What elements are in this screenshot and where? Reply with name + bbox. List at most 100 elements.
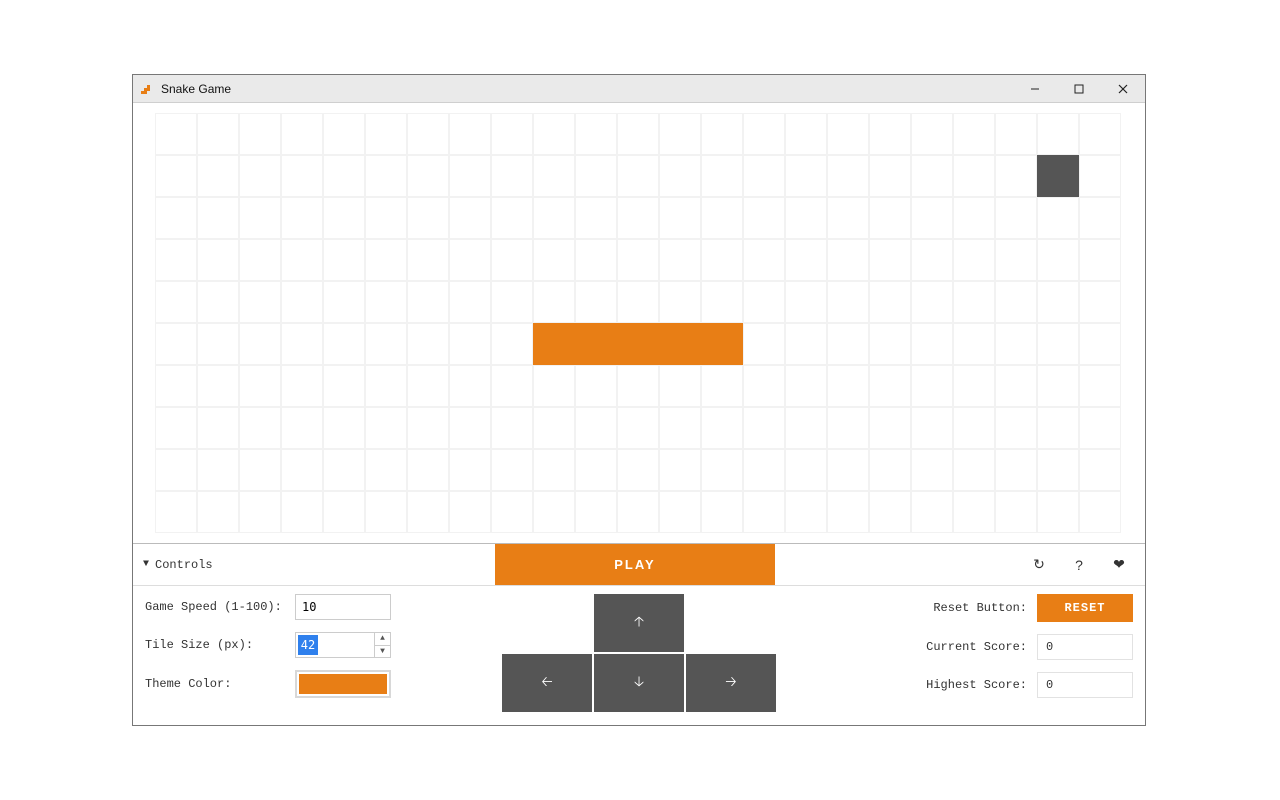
- dpad-up-button[interactable]: 🡡: [594, 594, 684, 652]
- grid-cell: [1079, 365, 1121, 407]
- grid-cell: [575, 113, 617, 155]
- grid-cell: [743, 113, 785, 155]
- grid-cell: [785, 491, 827, 533]
- grid-cell: [953, 281, 995, 323]
- grid-cell: [827, 239, 869, 281]
- grid-cell: [701, 197, 743, 239]
- grid-cell: [407, 197, 449, 239]
- grid-cell: [1079, 113, 1121, 155]
- grid-cell: [323, 407, 365, 449]
- grid-cell: [323, 113, 365, 155]
- grid-cell: [953, 323, 995, 365]
- grid-cell: [533, 491, 575, 533]
- grid-cell: [239, 281, 281, 323]
- grid-cell: [617, 113, 659, 155]
- play-button[interactable]: PLAY: [495, 544, 775, 585]
- grid-cell: [995, 323, 1037, 365]
- grid-cell: [827, 407, 869, 449]
- dpad-left-button[interactable]: 🡠: [502, 654, 592, 712]
- grid-cell: [869, 197, 911, 239]
- grid-cell: [281, 155, 323, 197]
- app-icon: [139, 81, 155, 97]
- grid-cell: [995, 365, 1037, 407]
- grid-cell: [1037, 365, 1079, 407]
- grid-cell: [785, 197, 827, 239]
- grid-cell: [1079, 281, 1121, 323]
- grid-cell: [743, 155, 785, 197]
- game-board[interactable]: [155, 113, 1123, 541]
- grid-cell: [659, 155, 701, 197]
- grid-cell: [785, 155, 827, 197]
- grid-cell: [155, 239, 197, 281]
- minimize-button[interactable]: [1013, 75, 1057, 103]
- grid-cell: [575, 155, 617, 197]
- grid-cell: [995, 281, 1037, 323]
- direction-pad: 🡡 🡠 🡣 🡢: [502, 594, 776, 712]
- grid-cell: [365, 449, 407, 491]
- grid-cell: [281, 113, 323, 155]
- grid-cell: [1079, 323, 1121, 365]
- grid-cell: [323, 365, 365, 407]
- grid-cell: [491, 407, 533, 449]
- speed-input[interactable]: [295, 594, 391, 620]
- grid-cell: [323, 281, 365, 323]
- close-button[interactable]: [1101, 75, 1145, 103]
- grid-cell: [1079, 239, 1121, 281]
- grid-cell: [701, 239, 743, 281]
- grid-cell: [197, 449, 239, 491]
- grid-cell: [785, 365, 827, 407]
- grid-cell: [953, 449, 995, 491]
- theme-color-picker[interactable]: [295, 670, 391, 698]
- grid-cell: [365, 281, 407, 323]
- dpad-right-button[interactable]: 🡢: [686, 654, 776, 712]
- grid-cell: [827, 491, 869, 533]
- chevron-down-icon: ▼: [143, 559, 149, 570]
- grid-cell: [617, 197, 659, 239]
- grid-cell: [281, 323, 323, 365]
- grid-cell: [575, 239, 617, 281]
- grid-cell: [575, 491, 617, 533]
- refresh-icon[interactable]: ↻: [1031, 557, 1047, 573]
- grid-cell: [239, 491, 281, 533]
- grid-cell: [197, 365, 239, 407]
- grid-cell: [1037, 197, 1079, 239]
- arrow-right-icon: 🡢: [725, 671, 736, 695]
- grid-cell: [281, 239, 323, 281]
- tile-size-stepper[interactable]: 42 ▲ ▼: [295, 632, 391, 658]
- grid-cell: [869, 281, 911, 323]
- grid-cell: [407, 323, 449, 365]
- grid-cell: [491, 323, 533, 365]
- grid-cell: [617, 491, 659, 533]
- grid-cell: [197, 323, 239, 365]
- grid-cell: [323, 323, 365, 365]
- stepper-down-icon[interactable]: ▼: [374, 645, 390, 658]
- help-icon[interactable]: ?: [1071, 557, 1087, 573]
- grid-cell: [743, 365, 785, 407]
- grid-cell: [323, 155, 365, 197]
- grid-cell: [365, 323, 407, 365]
- controls-toggle[interactable]: ▼ Controls: [133, 544, 495, 585]
- dpad-down-button[interactable]: 🡣: [594, 654, 684, 712]
- grid-cell: [281, 491, 323, 533]
- grid-cell: [659, 197, 701, 239]
- heart-icon[interactable]: ❤: [1111, 557, 1127, 573]
- reset-button[interactable]: RESET: [1037, 594, 1133, 622]
- app-window: Snake Game ▼ Controls PLAY: [132, 74, 1146, 726]
- grid-cell: [365, 491, 407, 533]
- grid-cell: [407, 365, 449, 407]
- grid-cell: [869, 365, 911, 407]
- grid-cell: [827, 197, 869, 239]
- grid-cell: [869, 239, 911, 281]
- grid-cell: [533, 449, 575, 491]
- grid-cell: [617, 365, 659, 407]
- grid-cell: [491, 113, 533, 155]
- grid-cell: [869, 407, 911, 449]
- grid-cell: [995, 113, 1037, 155]
- stepper-up-icon[interactable]: ▲: [374, 633, 390, 645]
- current-score-value: 0: [1037, 634, 1133, 660]
- arrow-left-icon: 🡠: [541, 671, 552, 695]
- grid-cell: [1037, 239, 1079, 281]
- grid-cell: [701, 281, 743, 323]
- maximize-button[interactable]: [1057, 75, 1101, 103]
- grid-cell: [281, 281, 323, 323]
